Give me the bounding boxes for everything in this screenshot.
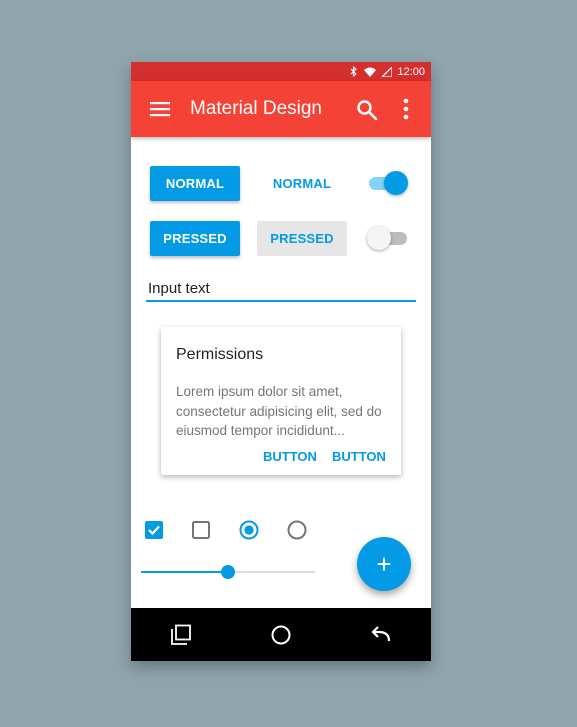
app-bar: Material Design (131, 81, 431, 137)
search-icon[interactable] (356, 99, 378, 121)
permissions-card: Permissions Lorem ipsum dolor sit amet, … (161, 327, 401, 475)
normal-flat-button[interactable]: NORMAL (257, 166, 347, 201)
slider-fill (141, 571, 228, 573)
phone-screen: 12:00 Material Design NORMAL NORMAL PRES… (131, 62, 431, 661)
card-button-2[interactable]: BUTTON (332, 449, 386, 464)
pressed-raised-button[interactable]: PRESSED (150, 221, 240, 256)
bluetooth-icon (350, 66, 358, 77)
add-fab-button[interactable]: + (357, 537, 411, 591)
status-bar: 12:00 (131, 62, 431, 81)
status-time: 12:00 (397, 65, 425, 78)
card-body: Lorem ipsum dolor sit amet, consectetur … (176, 384, 382, 438)
normal-raised-button[interactable]: NORMAL (150, 166, 240, 201)
app-title: Material Design (190, 98, 322, 119)
home-icon[interactable] (270, 624, 292, 646)
card-title: Permissions (176, 346, 264, 363)
recents-icon[interactable] (170, 624, 192, 646)
switch-off[interactable] (367, 225, 409, 251)
slider[interactable] (141, 564, 315, 580)
slider-knob[interactable] (221, 565, 235, 579)
checkbox-unchecked[interactable] (191, 520, 211, 540)
back-icon[interactable] (370, 624, 392, 646)
text-input[interactable] (146, 276, 416, 302)
radio-selected[interactable] (239, 520, 259, 540)
card-button-1[interactable]: BUTTON (263, 449, 317, 464)
radio-unselected[interactable] (287, 520, 307, 540)
wifi-icon (364, 67, 377, 77)
more-vert-icon[interactable] (401, 98, 411, 120)
pressed-flat-button[interactable]: PRESSED (257, 221, 347, 256)
menu-icon[interactable] (150, 100, 170, 118)
checkbox-checked[interactable] (144, 520, 164, 540)
signal-icon (382, 66, 393, 77)
switch-on[interactable] (367, 170, 409, 196)
navigation-bar (131, 608, 431, 661)
